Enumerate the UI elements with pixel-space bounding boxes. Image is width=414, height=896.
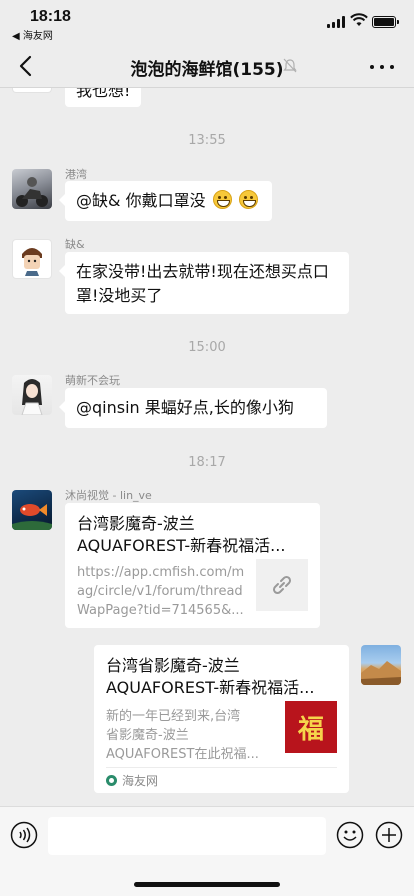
- cartoon-avatar-image: [22, 248, 42, 276]
- article-summary: 新的一年已经到来,台湾 省影魔奇-波兰 AQUAFOREST在此祝福...: [106, 709, 259, 762]
- link-card[interactable]: 台湾影魔奇-波兰 AQUAFOREST-新春祝福活... https://app…: [65, 503, 320, 628]
- avatar[interactable]: [361, 645, 401, 685]
- mute-bell-icon: [283, 58, 297, 73]
- article-source: 海友网: [106, 772, 158, 789]
- link-icon: [272, 575, 292, 595]
- grinning-emoji-icon: [212, 190, 232, 209]
- source-name: 海友网: [122, 774, 159, 788]
- message-text: @qinsin 果蝠好点,长的像小狗: [76, 398, 294, 417]
- cellular-signal-icon: [327, 16, 345, 28]
- sender-name: 萌新不会玩: [65, 374, 120, 387]
- status-bar: 18:18 ◀ 海友网: [0, 0, 414, 44]
- link-card-url: https://app.cmfish.com/m ag/circle/v1/fo…: [77, 565, 245, 618]
- source-app-icon: [106, 775, 117, 786]
- message-text: 在家没带!出去就带!现在还想买点口罩!没地买了: [76, 262, 329, 305]
- motorcycle-photo: [16, 177, 48, 207]
- timestamp: 15:00: [188, 340, 226, 355]
- more-options-icon[interactable]: [366, 54, 398, 78]
- battery-icon: [372, 16, 399, 28]
- emoji-picker-icon[interactable]: [336, 821, 364, 849]
- avatar[interactable]: [12, 375, 52, 415]
- avatar[interactable]: [12, 490, 52, 530]
- chat-header: 泡泡的海鲜馆(155): [0, 44, 414, 88]
- divider: [106, 767, 337, 768]
- more-functions-plus-icon[interactable]: [375, 821, 403, 849]
- sender-name: 沐尚视觉 - lin_ve: [65, 489, 152, 502]
- anime-girl-avatar-image: [21, 379, 43, 415]
- voice-input-icon[interactable]: [10, 821, 38, 849]
- message-bubble[interactable]: @缺& 你戴口罩没: [59, 181, 272, 221]
- sender-name: 缺&: [65, 238, 85, 251]
- landscape-avatar-image: [361, 661, 401, 685]
- fu-character: 福: [297, 714, 324, 745]
- grinning-emoji-icon: [238, 190, 258, 209]
- message-bubble[interactable]: 在家没带!出去就带!现在还想买点口罩!没地买了: [59, 252, 349, 314]
- article-thumbnail: 福: [285, 701, 337, 753]
- sender-name: 港湾: [65, 168, 87, 181]
- message-input[interactable]: [48, 817, 326, 855]
- article-title: 台湾省影魔奇-波兰 AQUAFOREST-新春祝福活...: [106, 656, 315, 697]
- avatar[interactable]: [12, 169, 52, 209]
- back-to-app-link[interactable]: ◀ 海友网: [12, 27, 53, 42]
- timestamp: 13:55: [188, 133, 226, 148]
- home-indicator[interactable]: [134, 882, 280, 887]
- link-card-title: 台湾影魔奇-波兰 AQUAFOREST-新春祝福活...: [77, 514, 286, 555]
- message-bubble[interactable]: @qinsin 果蝠好点,长的像小狗: [59, 388, 327, 428]
- fish-avatar-image: [12, 504, 52, 530]
- link-thumbnail: [256, 559, 308, 611]
- timestamp: 18:17: [188, 455, 226, 470]
- chat-title: 泡泡的海鲜馆(155): [130, 60, 284, 80]
- status-time: 18:18: [30, 8, 71, 25]
- wifi-icon: [350, 13, 368, 26]
- avatar[interactable]: [12, 239, 52, 279]
- message-text: @缺& 你戴口罩没: [76, 191, 206, 210]
- shared-article-card[interactable]: 台湾省影魔奇-波兰 AQUAFOREST-新春祝福活... 新的一年已经到来,台…: [94, 645, 349, 793]
